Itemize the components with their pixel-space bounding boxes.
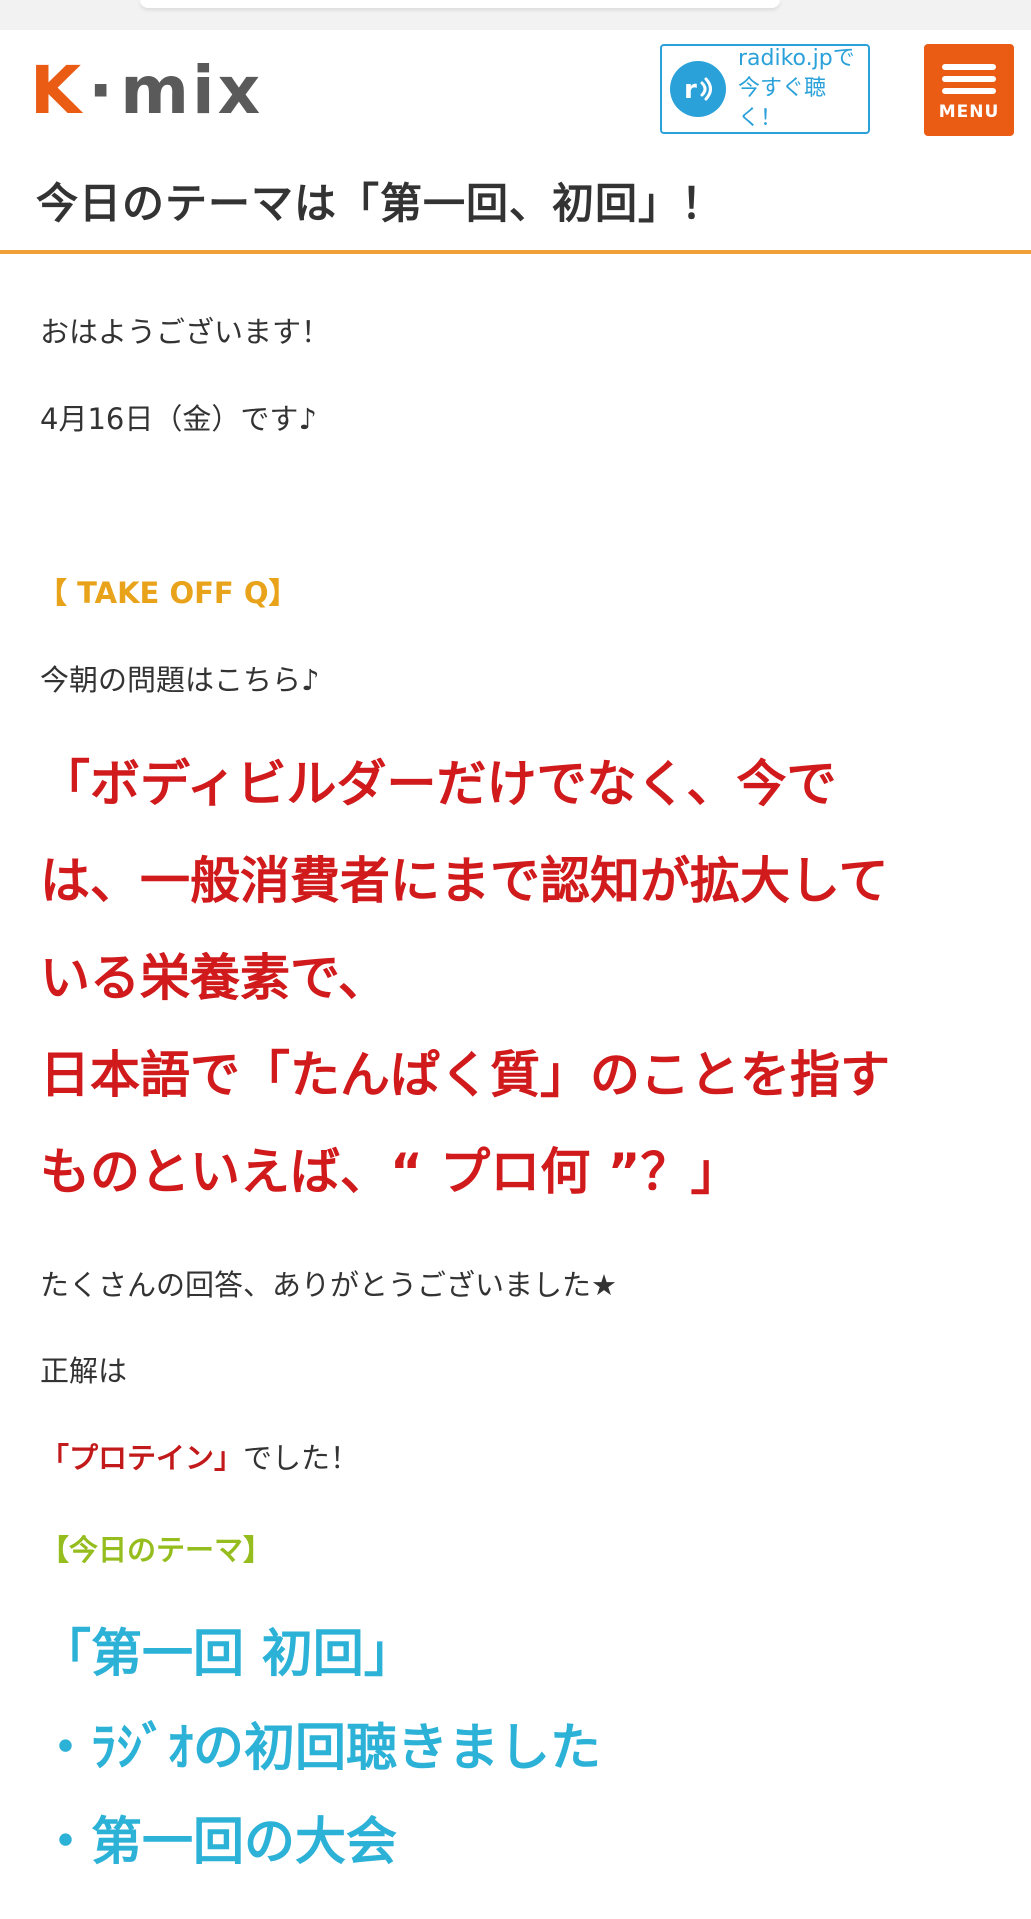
date-text: 4月16日（金）です♪: [40, 402, 317, 436]
theme-item: ・第一回の大会: [40, 1813, 398, 1872]
quiz-question-line: 「ボディビルダーだけでなく、今で: [40, 755, 837, 813]
thanks-text: たくさんの回答、ありがとうございました★: [40, 1268, 617, 1302]
answer-suffix: でした！: [243, 1441, 360, 1475]
page-title-bar: 今日のテーマは「第一回、初回」！: [0, 150, 1031, 254]
logo-k: K: [30, 51, 85, 129]
radiko-icon: r: [670, 61, 726, 117]
page-title: 今日のテーマは「第一回、初回」！: [36, 179, 725, 228]
quiz-question-line: は、一般消費者にまで認知が拡大して: [40, 852, 889, 910]
theme-item: ・ﾗｼﾞｵの初回聴きました: [40, 1719, 602, 1778]
quiz-question-line: ものといえば、“ プロ何 ”？」: [40, 1143, 741, 1201]
radiko-label: radiko.jpで 今すぐ聴く！: [738, 44, 868, 134]
menu-button[interactable]: MENU: [924, 44, 1014, 136]
svg-text:r: r: [684, 75, 697, 105]
quiz-question-line: 日本語で「たんぱく質」のことを指す: [40, 1046, 890, 1104]
menu-label: MENU: [938, 102, 1000, 122]
question-intro: 今朝の問題はこちら♪: [40, 663, 320, 697]
theme-title: 「第一回 初回」: [40, 1625, 415, 1684]
site-header: K · mix r radiko.jpで 今すぐ聴く！ MENU: [0, 30, 1031, 150]
answer-line: 「プロテイン」でした！: [40, 1435, 359, 1477]
quiz-question: 「ボディビルダーだけでなく、今で は、一般消費者にまで認知が拡大して いる栄養素…: [40, 736, 1000, 1221]
theme-label: 【今日のテーマ】: [40, 1533, 273, 1567]
hamburger-icon: [942, 58, 996, 100]
radiko-label-line1: radiko.jpで: [738, 46, 855, 71]
radiko-listen-button[interactable]: r radiko.jpで 今すぐ聴く！: [660, 44, 870, 134]
kmix-logo[interactable]: K · mix: [30, 51, 264, 129]
takeoff-q-label: 【 TAKE OFF Q】: [38, 576, 298, 610]
browser-top-strip: [0, 0, 1031, 30]
radiko-label-line2: 今すぐ聴く！: [738, 76, 827, 131]
logo-mix: mix: [120, 51, 264, 129]
logo-dot: ·: [88, 51, 117, 129]
answer-text: 「プロテイン」: [40, 1441, 244, 1475]
greeting-text: おはようございます！: [40, 315, 331, 349]
browser-address-pill[interactable]: [140, 0, 780, 8]
quiz-question-line: いる栄養素で、: [40, 949, 388, 1007]
answer-intro: 正解は: [40, 1354, 128, 1388]
